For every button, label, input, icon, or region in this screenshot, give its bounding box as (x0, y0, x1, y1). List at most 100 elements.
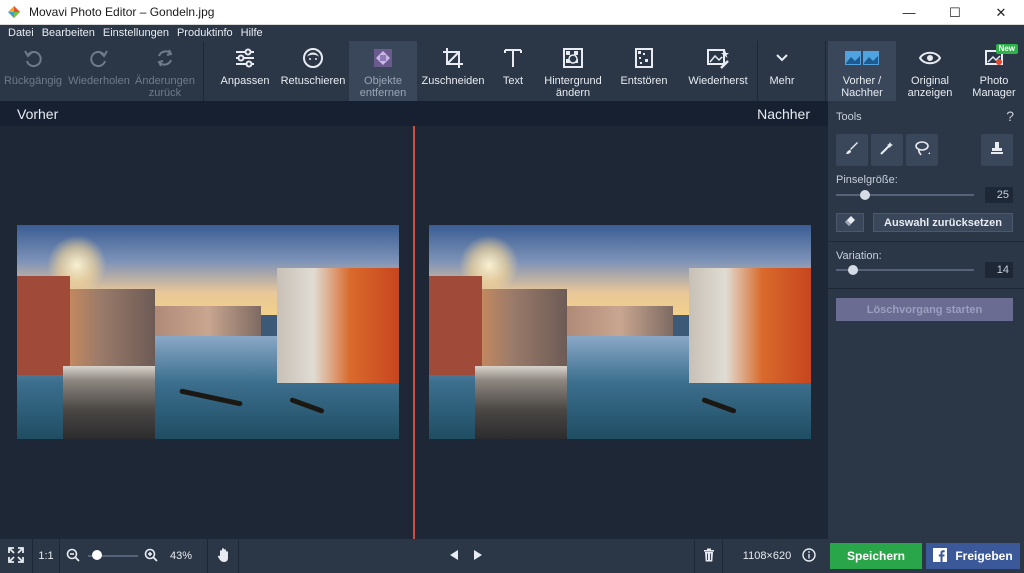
help-icon[interactable]: ? (1006, 108, 1014, 124)
face-retouch-icon (302, 41, 324, 75)
lasso-tool-button[interactable] (906, 134, 938, 166)
undo-icon (22, 41, 44, 75)
remove-objects-icon (372, 41, 394, 75)
magic-wand-tool-button[interactable] (871, 134, 903, 166)
start-erase-button[interactable]: Löschvorgang starten (836, 298, 1013, 321)
save-button[interactable]: Speichern (830, 543, 922, 569)
brush-size-value[interactable]: 25 (985, 187, 1013, 203)
stamp-tool-button[interactable] (981, 134, 1013, 166)
info-button[interactable] (798, 539, 820, 573)
stamp-icon (990, 141, 1004, 160)
change-background-label: Hintergrund ändern (544, 75, 602, 99)
arrow-left-icon (449, 549, 459, 564)
variation-slider-thumb[interactable] (848, 265, 858, 275)
before-after-button[interactable]: Vorher / Nachher (828, 41, 896, 101)
menu-datei[interactable]: Datei (8, 25, 34, 41)
show-original-label: Original anzeigen (907, 75, 953, 99)
brush-size-slider[interactable] (836, 190, 974, 200)
chevron-down-icon (775, 41, 789, 75)
arrow-right-icon (473, 549, 483, 564)
compare-divider[interactable] (413, 126, 415, 539)
menu-bearbeiten[interactable]: Bearbeiten (42, 25, 95, 41)
bottom-separator (207, 539, 208, 573)
tools-title: Tools (836, 111, 862, 123)
before-after-icon (844, 41, 880, 75)
denoise-label: Entstören (620, 75, 668, 87)
previous-image-button[interactable] (444, 539, 464, 573)
menu-produktinfo[interactable]: Produktinfo (177, 25, 233, 41)
denoise-button[interactable]: Entstören (612, 41, 676, 101)
variation-value[interactable]: 14 (985, 262, 1013, 278)
tools-panel: Tools ? Pinselgröße: 25 Auswahl zurückse… (828, 101, 1024, 539)
undo-button[interactable]: Rückgängig (0, 41, 66, 101)
share-label: Freigeben (955, 549, 1013, 563)
minimize-button[interactable]: — (886, 0, 932, 25)
revert-label: Änderungen zurück (135, 75, 195, 99)
lasso-icon (914, 140, 930, 161)
trash-icon (703, 548, 715, 565)
delete-button[interactable] (698, 539, 720, 573)
show-original-button[interactable]: Original anzeigen (897, 41, 963, 101)
bottom-bar: 1:1 43% 1108×620 Speichern Freigeben (0, 539, 1024, 573)
menu-hilfe[interactable]: Hilfe (241, 25, 263, 41)
crop-icon (442, 41, 464, 75)
reset-selection-button[interactable]: Auswahl zurücksetzen (873, 213, 1013, 232)
crop-button[interactable]: Zuschneiden (418, 41, 488, 101)
actual-size-button[interactable]: 1:1 (33, 539, 59, 573)
text-button[interactable]: Text (490, 41, 536, 101)
background-icon (562, 41, 584, 75)
photo-canvas[interactable]: Vorher Nachher (0, 101, 828, 539)
before-after-label: Vorher / Nachher (841, 75, 883, 99)
zoom-in-button[interactable] (142, 539, 160, 573)
brush-tool-button[interactable] (836, 134, 868, 166)
change-background-button[interactable]: Hintergrund ändern (538, 41, 608, 101)
restore-button[interactable]: Wiederherst (682, 41, 754, 101)
close-button[interactable]: ✕ (978, 0, 1024, 25)
hand-icon (217, 547, 231, 566)
brush-size-slider-thumb[interactable] (860, 190, 870, 200)
bottom-separator (59, 539, 60, 573)
toolbar-separator (757, 41, 758, 101)
panel-divider (828, 288, 1024, 289)
remove-objects-label: Objekte entfernen (359, 75, 407, 99)
denoise-icon (633, 41, 655, 75)
more-button[interactable]: Mehr (760, 41, 804, 101)
photo-manager-button[interactable]: New Photo Manager (964, 41, 1024, 101)
adjust-button[interactable]: Anpassen (214, 41, 276, 101)
remove-objects-button[interactable]: Objekte entfernen (349, 41, 417, 101)
before-label: Vorher (17, 106, 59, 122)
image-dimensions: 1108×620 (742, 550, 792, 562)
bottom-separator (694, 539, 695, 573)
toolbar-separator (825, 41, 826, 101)
redo-button[interactable]: Wiederholen (66, 41, 132, 101)
zoom-in-icon (144, 548, 158, 565)
zoom-slider-thumb[interactable] (92, 550, 102, 560)
revert-changes-button[interactable]: Änderungen zurück (132, 41, 198, 101)
next-image-button[interactable] (468, 539, 488, 573)
variation-slider[interactable] (836, 265, 974, 275)
maximize-button[interactable]: ☐ (932, 0, 978, 25)
fit-screen-button[interactable] (0, 539, 32, 573)
toolbar-separator (203, 41, 204, 101)
share-button[interactable]: Freigeben (926, 543, 1020, 569)
panel-divider (828, 241, 1024, 242)
restore-photo-icon (706, 41, 730, 75)
fullscreen-icon (8, 546, 24, 566)
redo-label: Wiederholen (68, 75, 130, 87)
retouch-button[interactable]: Retuschieren (278, 41, 348, 101)
eye-icon (919, 41, 941, 75)
compare-header: Vorher Nachher (0, 101, 828, 126)
before-image (17, 225, 399, 439)
window-title: Movavi Photo Editor – Gondeln.jpg (29, 5, 215, 19)
zoom-percentage: 43% (169, 550, 193, 562)
after-label: Nachher (757, 106, 810, 122)
variation-label: Variation: (836, 250, 882, 262)
hand-tool-button[interactable] (212, 539, 236, 573)
eraser-button[interactable] (836, 213, 864, 232)
menu-einstellungen[interactable]: Einstellungen (103, 25, 169, 41)
zoom-out-button[interactable] (64, 539, 82, 573)
new-badge: New (995, 44, 1018, 54)
after-image (429, 225, 811, 439)
photo-manager-label: Photo Manager (972, 75, 1016, 99)
adjust-label: Anpassen (220, 75, 270, 87)
